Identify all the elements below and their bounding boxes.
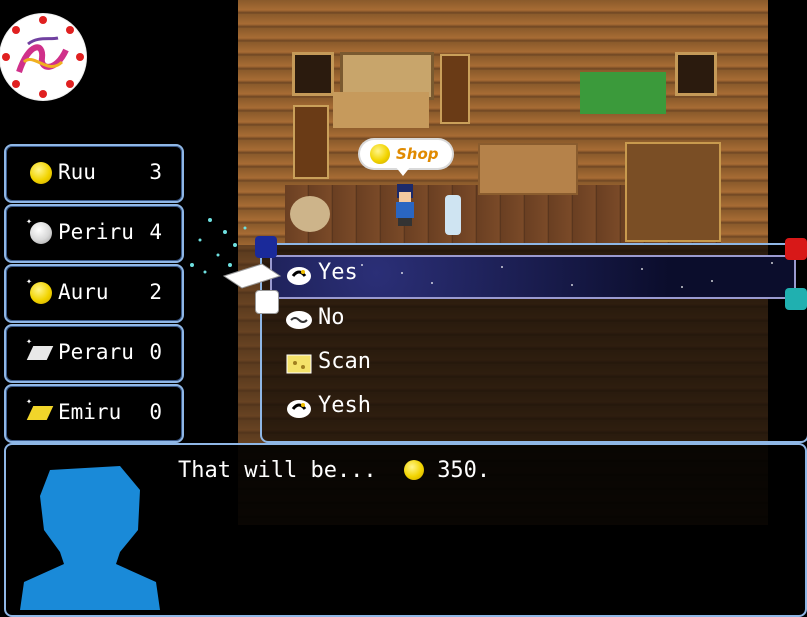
- thinking-emote-icon: [287, 267, 311, 285]
- silver-coin-icon: [30, 222, 52, 244]
- currency-value: 4: [149, 220, 162, 244]
- currency-value: 2: [149, 280, 162, 304]
- choice-label: Yes: [318, 260, 358, 285]
- currency-name: Auru: [58, 280, 109, 304]
- gold-coin-icon: [403, 460, 424, 480]
- currency-value: 3: [149, 160, 162, 184]
- choice-label: Yesh: [318, 393, 371, 418]
- currency-name: Peraru: [58, 340, 134, 364]
- message-amount: 350.: [437, 458, 491, 483]
- grandfather-clock: [440, 54, 470, 124]
- green-curtain: [580, 72, 666, 114]
- currency-window-emiru: ✦ Emiru 0: [4, 384, 184, 443]
- cheese-map-icon: [286, 354, 312, 374]
- gold-coin-icon: [30, 162, 52, 184]
- currency-value: 0: [149, 340, 162, 364]
- gold-coin-icon: [30, 282, 52, 304]
- speech-bubble-icon: [286, 311, 312, 329]
- gold-coin-icon: [370, 144, 390, 164]
- shop-bubble: Shop: [360, 140, 452, 168]
- speaker-silhouette-portrait: [20, 466, 160, 610]
- bubble-tail: [395, 166, 411, 176]
- thinking-emote-icon: [287, 400, 311, 418]
- blue-dice-icon: [255, 236, 277, 258]
- currency-name: Periru: [58, 220, 134, 244]
- currency-window-ruu: Ruu 3: [4, 144, 184, 203]
- red-dice-icon: [785, 238, 807, 260]
- currency-name: Ruu: [58, 160, 96, 184]
- item-shelf: [333, 92, 429, 128]
- shopkeeper-npc: [396, 184, 414, 226]
- wall-clock: [293, 105, 329, 179]
- sack: [290, 196, 330, 232]
- white-dice-icon: [255, 290, 279, 314]
- potion-shelf: [625, 142, 721, 242]
- choice-option-no[interactable]: No: [283, 303, 463, 337]
- emblem-swirl-icon: [16, 36, 69, 74]
- teal-dice-icon: [785, 288, 807, 310]
- message-text: That will be... 350.: [178, 458, 490, 483]
- choice-option-yesh[interactable]: Yesh: [283, 391, 463, 425]
- shop-counter: [478, 143, 578, 195]
- yellow-gem-icon: [26, 406, 54, 420]
- choice-label: No: [318, 305, 345, 330]
- currency-name: Emiru: [58, 400, 122, 424]
- right-window: [675, 52, 717, 96]
- currency-window-periru: ✦ Periru 4: [4, 204, 184, 263]
- game-emblem-logo: [0, 14, 86, 100]
- currency-window-peraru: ✦ Peraru 0: [4, 324, 184, 383]
- currency-window-auru: ✦ Auru 2: [4, 264, 184, 323]
- left-window: [292, 52, 334, 96]
- shop-bubble-label: Shop: [396, 145, 439, 163]
- choice-option-scan[interactable]: Scan: [283, 347, 463, 381]
- currency-value: 0: [149, 400, 162, 424]
- message-prefix: That will be...: [178, 458, 377, 483]
- choice-option-yes[interactable]: Yes: [283, 258, 463, 292]
- glass-jar: [445, 195, 461, 235]
- choice-label: Scan: [318, 349, 371, 374]
- white-gem-icon: [26, 346, 54, 360]
